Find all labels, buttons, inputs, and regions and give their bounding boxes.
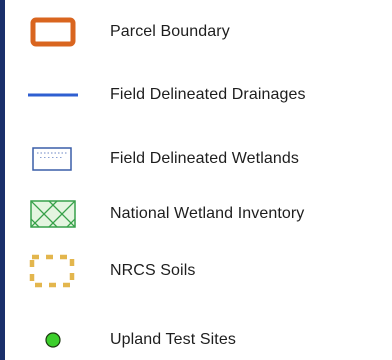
legend-label-upland-test-sites: Upland Test Sites	[110, 331, 236, 348]
legend-label-nrcs-soils: NRCS Soils	[110, 262, 196, 279]
parcel-boundary-swatch-icon	[30, 17, 76, 47]
legend-item-parcel-boundary: Parcel Boundary	[0, 12, 392, 52]
legend-label-field-delineated-wetlands: Field Delineated Wetlands	[110, 150, 299, 167]
map-legend: Parcel Boundary Field Delineated Drainag…	[0, 0, 392, 360]
wetland-dotted-box-icon	[32, 147, 72, 171]
upland-test-site-dot-icon	[45, 332, 61, 348]
nwi-crosshatch-icon	[30, 200, 76, 228]
drainage-line-icon	[28, 93, 78, 97]
legend-label-field-delineated-drainages: Field Delineated Drainages	[110, 86, 306, 103]
legend-item-field-delineated-wetlands: Field Delineated Wetlands	[0, 139, 392, 179]
legend-label-parcel-boundary: Parcel Boundary	[110, 23, 230, 40]
legend-item-field-delineated-drainages: Field Delineated Drainages	[0, 75, 392, 115]
legend-label-national-wetland-inventory: National Wetland Inventory	[110, 205, 305, 222]
legend-item-national-wetland-inventory: National Wetland Inventory	[0, 194, 392, 234]
nrcs-soils-dashed-box-icon	[29, 254, 75, 288]
legend-item-upland-test-sites: Upland Test Sites	[0, 320, 392, 360]
legend-item-nrcs-soils: NRCS Soils	[0, 251, 392, 291]
